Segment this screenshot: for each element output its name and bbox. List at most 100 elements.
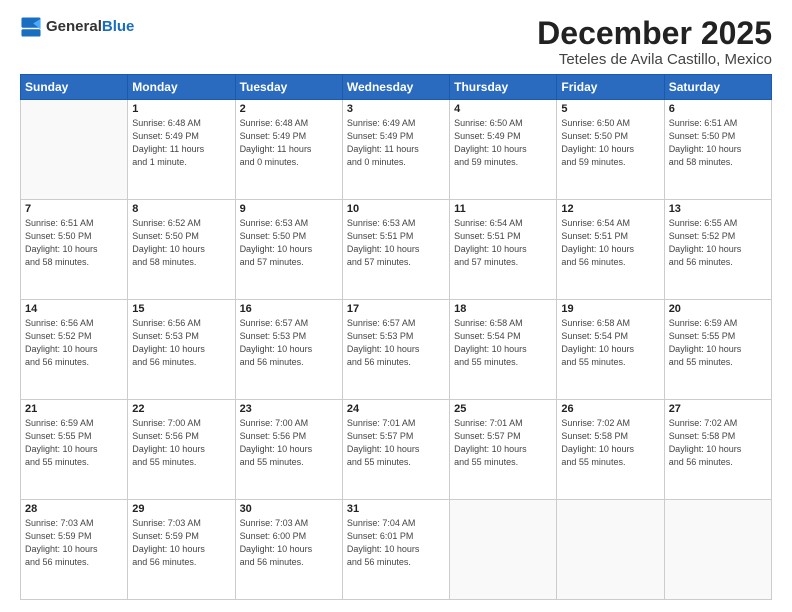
- day-info: Sunrise: 6:51 AM Sunset: 5:50 PM Dayligh…: [25, 217, 123, 269]
- table-row: [557, 500, 664, 600]
- day-info: Sunrise: 6:53 AM Sunset: 5:50 PM Dayligh…: [240, 217, 338, 269]
- day-info: Sunrise: 7:03 AM Sunset: 5:59 PM Dayligh…: [25, 517, 123, 569]
- table-row: 4 Sunrise: 6:50 AM Sunset: 5:49 PM Daylig…: [450, 100, 557, 200]
- day-number: 20: [669, 303, 767, 315]
- table-row: 1 Sunrise: 6:48 AM Sunset: 5:49 PM Daylig…: [128, 100, 235, 200]
- day-number: 28: [25, 503, 123, 515]
- day-number: 3: [347, 103, 445, 115]
- title-block: December 2025 Teteles de Avila Castillo,…: [537, 16, 772, 68]
- logo-general: General: [46, 18, 102, 35]
- day-info: Sunrise: 7:02 AM Sunset: 5:58 PM Dayligh…: [561, 417, 659, 469]
- table-row: 21 Sunrise: 6:59 AM Sunset: 5:55 PM Dayli…: [21, 400, 128, 500]
- day-info: Sunrise: 7:00 AM Sunset: 5:56 PM Dayligh…: [240, 417, 338, 469]
- day-number: 26: [561, 403, 659, 415]
- calendar-week-row: 28 Sunrise: 7:03 AM Sunset: 5:59 PM Dayli…: [21, 500, 772, 600]
- day-info: Sunrise: 6:56 AM Sunset: 5:53 PM Dayligh…: [132, 317, 230, 369]
- day-info: Sunrise: 6:54 AM Sunset: 5:51 PM Dayligh…: [561, 217, 659, 269]
- table-row: 13 Sunrise: 6:55 AM Sunset: 5:52 PM Dayli…: [664, 200, 771, 300]
- day-number: 23: [240, 403, 338, 415]
- header-saturday: Saturday: [664, 75, 771, 100]
- header-sunday: Sunday: [21, 75, 128, 100]
- day-info: Sunrise: 6:56 AM Sunset: 5:52 PM Dayligh…: [25, 317, 123, 369]
- table-row: 26 Sunrise: 7:02 AM Sunset: 5:58 PM Dayli…: [557, 400, 664, 500]
- table-row: 19 Sunrise: 6:58 AM Sunset: 5:54 PM Dayli…: [557, 300, 664, 400]
- table-row: [21, 100, 128, 200]
- day-info: Sunrise: 6:50 AM Sunset: 5:50 PM Dayligh…: [561, 117, 659, 169]
- header-monday: Monday: [128, 75, 235, 100]
- table-row: 7Sunrise: 6:51 AM Sunset: 5:50 PM Daylig…: [21, 200, 128, 300]
- day-number: 15: [132, 303, 230, 315]
- day-number: 17: [347, 303, 445, 315]
- table-row: 27 Sunrise: 7:02 AM Sunset: 5:58 PM Dayli…: [664, 400, 771, 500]
- day-info: Sunrise: 6:50 AM Sunset: 5:49 PM Dayligh…: [454, 117, 552, 169]
- header-wednesday: Wednesday: [342, 75, 449, 100]
- table-row: 16Sunrise: 6:57 AM Sunset: 5:53 PM Dayli…: [235, 300, 342, 400]
- day-info: Sunrise: 7:03 AM Sunset: 6:00 PM Dayligh…: [240, 517, 338, 569]
- calendar-table: Sunday Monday Tuesday Wednesday Thursday…: [20, 74, 772, 600]
- table-row: 30 Sunrise: 7:03 AM Sunset: 6:00 PM Dayli…: [235, 500, 342, 600]
- header-friday: Friday: [557, 75, 664, 100]
- day-number: 24: [347, 403, 445, 415]
- day-number: 25: [454, 403, 552, 415]
- day-number: 30: [240, 503, 338, 515]
- header: GeneralBlue December 2025 Teteles de Avi…: [20, 16, 772, 68]
- page-title: December 2025: [537, 16, 772, 51]
- table-row: 22Sunrise: 7:00 AM Sunset: 5:56 PM Dayli…: [128, 400, 235, 500]
- table-row: 9 Sunrise: 6:53 AM Sunset: 5:50 PM Daylig…: [235, 200, 342, 300]
- day-number: 18: [454, 303, 552, 315]
- day-number: 1: [132, 103, 230, 115]
- day-info: Sunrise: 7:01 AM Sunset: 5:57 PM Dayligh…: [347, 417, 445, 469]
- table-row: 17 Sunrise: 6:57 AM Sunset: 5:53 PM Dayli…: [342, 300, 449, 400]
- day-number: 14: [25, 303, 123, 315]
- day-number: 4: [454, 103, 552, 115]
- day-info: Sunrise: 6:59 AM Sunset: 5:55 PM Dayligh…: [669, 317, 767, 369]
- day-number: 8: [132, 203, 230, 215]
- calendar-week-row: 21 Sunrise: 6:59 AM Sunset: 5:55 PM Dayli…: [21, 400, 772, 500]
- table-row: 11 Sunrise: 6:54 AM Sunset: 5:51 PM Dayli…: [450, 200, 557, 300]
- table-row: 15 Sunrise: 6:56 AM Sunset: 5:53 PM Dayli…: [128, 300, 235, 400]
- day-number: 6: [669, 103, 767, 115]
- day-info: Sunrise: 6:53 AM Sunset: 5:51 PM Dayligh…: [347, 217, 445, 269]
- day-number: 27: [669, 403, 767, 415]
- header-tuesday: Tuesday: [235, 75, 342, 100]
- calendar-week-row: 7Sunrise: 6:51 AM Sunset: 5:50 PM Daylig…: [21, 200, 772, 300]
- table-row: 24 Sunrise: 7:01 AM Sunset: 5:57 PM Dayli…: [342, 400, 449, 500]
- table-row: 28 Sunrise: 7:03 AM Sunset: 5:59 PM Dayli…: [21, 500, 128, 600]
- logo-blue: Blue: [102, 18, 135, 35]
- day-number: 11: [454, 203, 552, 215]
- day-number: 12: [561, 203, 659, 215]
- day-info: Sunrise: 6:57 AM Sunset: 5:53 PM Dayligh…: [347, 317, 445, 369]
- day-info: Sunrise: 6:58 AM Sunset: 5:54 PM Dayligh…: [454, 317, 552, 369]
- day-number: 13: [669, 203, 767, 215]
- calendar-header-row: Sunday Monday Tuesday Wednesday Thursday…: [21, 75, 772, 100]
- table-row: 12 Sunrise: 6:54 AM Sunset: 5:51 PM Dayli…: [557, 200, 664, 300]
- table-row: 3 Sunrise: 6:49 AM Sunset: 5:49 PM Daylig…: [342, 100, 449, 200]
- day-info: Sunrise: 6:59 AM Sunset: 5:55 PM Dayligh…: [25, 417, 123, 469]
- day-info: Sunrise: 6:52 AM Sunset: 5:50 PM Dayligh…: [132, 217, 230, 269]
- table-row: 18 Sunrise: 6:58 AM Sunset: 5:54 PM Dayli…: [450, 300, 557, 400]
- day-info: Sunrise: 7:02 AM Sunset: 5:58 PM Dayligh…: [669, 417, 767, 469]
- day-info: Sunrise: 6:55 AM Sunset: 5:52 PM Dayligh…: [669, 217, 767, 269]
- day-info: Sunrise: 6:54 AM Sunset: 5:51 PM Dayligh…: [454, 217, 552, 269]
- day-info: Sunrise: 7:01 AM Sunset: 5:57 PM Dayligh…: [454, 417, 552, 469]
- page-subtitle: Teteles de Avila Castillo, Mexico: [537, 51, 772, 68]
- day-number: 5: [561, 103, 659, 115]
- table-row: 31Sunrise: 7:04 AM Sunset: 6:01 PM Dayli…: [342, 500, 449, 600]
- day-number: 10: [347, 203, 445, 215]
- table-row: 14 Sunrise: 6:56 AM Sunset: 5:52 PM Dayli…: [21, 300, 128, 400]
- table-row: 25 Sunrise: 7:01 AM Sunset: 5:57 PM Dayli…: [450, 400, 557, 500]
- day-info: Sunrise: 6:49 AM Sunset: 5:49 PM Dayligh…: [347, 117, 445, 169]
- day-info: Sunrise: 6:58 AM Sunset: 5:54 PM Dayligh…: [561, 317, 659, 369]
- day-info: Sunrise: 7:03 AM Sunset: 5:59 PM Dayligh…: [132, 517, 230, 569]
- day-number: 2: [240, 103, 338, 115]
- table-row: 29Sunrise: 7:03 AM Sunset: 5:59 PM Dayli…: [128, 500, 235, 600]
- day-number: 9: [240, 203, 338, 215]
- table-row: 2Sunrise: 6:48 AM Sunset: 5:49 PM Daylig…: [235, 100, 342, 200]
- day-number: 22: [132, 403, 230, 415]
- day-number: 21: [25, 403, 123, 415]
- day-info: Sunrise: 6:48 AM Sunset: 5:49 PM Dayligh…: [132, 117, 230, 169]
- day-number: 19: [561, 303, 659, 315]
- table-row: 20 Sunrise: 6:59 AM Sunset: 5:55 PM Dayli…: [664, 300, 771, 400]
- day-number: 16: [240, 303, 338, 315]
- logo: GeneralBlue: [20, 16, 134, 38]
